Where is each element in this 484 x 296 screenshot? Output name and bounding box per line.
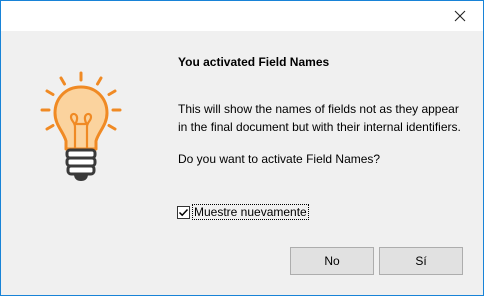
dialog-message: This will show the names of fields not a… bbox=[178, 102, 461, 134]
dialog-window: You activated Field Names This will show… bbox=[0, 0, 484, 296]
lightbulb-icon bbox=[40, 71, 122, 181]
close-button[interactable] bbox=[437, 1, 483, 31]
yes-button[interactable]: Sí bbox=[379, 247, 463, 275]
dialog-question: Do you want to activate Field Names? bbox=[178, 152, 381, 166]
checkmark-icon bbox=[178, 208, 189, 216]
show-again-checkbox[interactable]: Muestre nuevamente bbox=[177, 204, 309, 220]
no-button[interactable]: No bbox=[290, 247, 374, 275]
checkbox-label[interactable]: Muestre nuevamente bbox=[192, 204, 309, 220]
close-icon bbox=[454, 10, 466, 22]
dialog-heading: You activated Field Names bbox=[178, 55, 330, 69]
title-bar bbox=[1, 1, 483, 31]
checkbox-box[interactable] bbox=[177, 205, 190, 219]
dialog-content: You activated Field Names This will show… bbox=[1, 31, 483, 295]
